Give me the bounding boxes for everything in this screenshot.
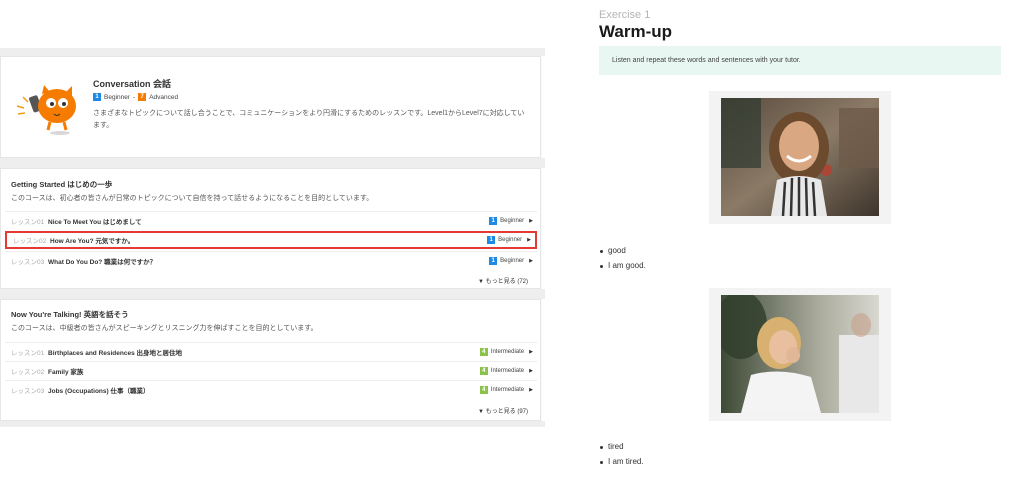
lesson-number: レッスン03: [11, 387, 45, 395]
lesson-name: How Are You? 元気ですか。: [50, 238, 135, 245]
chevron-right-icon: ▶: [527, 237, 531, 243]
page: Conversation 会話 1 Beginner - 7 Advanced …: [0, 0, 1024, 491]
show-more-link[interactable]: ▼ もっと見る (72): [478, 276, 528, 285]
lesson-level: 1 Beginner ▶: [487, 236, 535, 244]
section-description: このコースは、初心者の皆さんが日常のトピックについて自信を持って話せるようになる…: [11, 195, 374, 202]
chevron-right-icon: ▶: [529, 367, 533, 374]
mascot-icon: [16, 85, 76, 135]
level-label: Beginner: [500, 257, 525, 264]
chevron-right-icon: ▶: [529, 386, 533, 393]
course-panel: Conversation 会話 1 Beginner - 7 Advanced …: [0, 0, 545, 491]
level-badge: 7: [138, 93, 147, 101]
lesson-name: What Do You Do? 職業は何ですか？: [48, 258, 157, 266]
course-description: さまざまなトピックについて話し合うことで、コミュニケーションをより円滑にするため…: [93, 110, 525, 129]
exercise-label: Exercise 1: [599, 9, 651, 21]
lesson-row[interactable]: レッスン02 Family 家族 4 Intermediate ▶: [5, 361, 537, 379]
vocab-item: good: [600, 246, 626, 255]
level-badge: 4: [479, 385, 488, 394]
lesson-number: レッスン03: [11, 258, 45, 266]
divider: [0, 158, 545, 168]
lesson-row[interactable]: レッスン01 Nice To Meet You はじめまして 1 Beginne…: [5, 211, 537, 229]
vocab-item: I am good.: [600, 261, 646, 270]
vocab-item: tired: [600, 442, 624, 451]
lesson-name: Jobs (Occupations) 仕事（職業）: [48, 387, 150, 395]
lesson-number: レッスン02: [11, 368, 45, 376]
lesson-row[interactable]: レッスン01 Birthplaces and Residences 出身地と居住…: [5, 342, 537, 360]
image-card: [709, 91, 891, 224]
yawning-woman-photo: [715, 291, 879, 413]
lesson-number: レッスン01: [11, 218, 45, 226]
image-card: [709, 288, 891, 421]
level-label: Intermediate: [490, 367, 525, 374]
lesson-name: Nice To Meet You はじめまして: [48, 218, 142, 226]
level-badge: 1: [487, 236, 496, 244]
course-title: Conversation 会話: [93, 79, 172, 89]
section-card-getting-started: Getting Started はじめの一歩 このコースは、初心者の皆さんが日常…: [0, 168, 541, 289]
level-badge: 4: [479, 347, 488, 356]
lesson-name: Family 家族: [48, 368, 84, 376]
lesson-row[interactable]: レッスン03 What Do You Do? 職業は何ですか？ 1 Beginn…: [5, 251, 537, 269]
level-label: Advanced: [149, 93, 179, 101]
chevron-right-icon: ▶: [529, 348, 533, 355]
level-badge: 4: [479, 366, 488, 375]
section-description: このコースは、中級者の皆さんがスピーキングとリスニング力を伸ばすことを目的として…: [11, 325, 318, 332]
lesson-level: 4 Intermediate ▶: [479, 347, 537, 356]
chevron-right-icon: ▶: [529, 217, 533, 224]
divider: [0, 48, 545, 56]
level-badge: 1: [489, 256, 498, 265]
lesson-number: レッスン01: [11, 349, 45, 357]
divider: [0, 289, 545, 299]
level-separator: -: [133, 93, 136, 101]
lesson-number: レッスン02: [13, 238, 47, 245]
chevron-right-icon: ▶: [529, 257, 533, 264]
vocab-item: I am tired.: [600, 457, 644, 466]
course-levels: 1 Beginner - 7 Advanced: [93, 93, 178, 101]
course-header-card: [0, 56, 541, 158]
lesson-level: 1 Beginner ▶: [489, 256, 537, 265]
lesson-name: Birthplaces and Residences 出身地と居住地: [48, 349, 183, 357]
level-label: Intermediate: [490, 386, 525, 393]
level-label: Intermediate: [490, 348, 525, 355]
level-badge: 1: [489, 216, 498, 225]
lesson-level: 1 Beginner ▶: [489, 216, 537, 225]
exercise-instruction: Listen and repeat these words and senten…: [599, 46, 1001, 75]
lesson-level: 4 Intermediate ▶: [479, 385, 537, 394]
level-label: Beginner: [498, 237, 523, 243]
exercise-title: Warm-up: [599, 22, 673, 41]
section-card-now-youre-talking: Now You're Talking! 英語を話そう このコースは、中級者の皆さ…: [0, 299, 541, 421]
lesson-level: 4 Intermediate ▶: [479, 366, 537, 375]
show-more-link[interactable]: ▼ もっと見る (97): [478, 406, 528, 415]
level-label: Beginner: [500, 217, 525, 224]
section-title: Getting Started はじめの一歩: [11, 180, 113, 189]
section-title: Now You're Talking! 英語を話そう: [11, 310, 129, 319]
divider: [0, 421, 545, 427]
level-label: Beginner: [104, 93, 131, 101]
lesson-row[interactable]: レッスン03 Jobs (Occupations) 仕事（職業） 4 Inter…: [5, 380, 537, 398]
smiling-woman-photo: [721, 98, 879, 217]
level-badge: 1: [93, 93, 101, 101]
lesson-row-selected[interactable]: レッスン02 How Are You? 元気ですか。 1 Beginner ▶: [5, 231, 537, 249]
